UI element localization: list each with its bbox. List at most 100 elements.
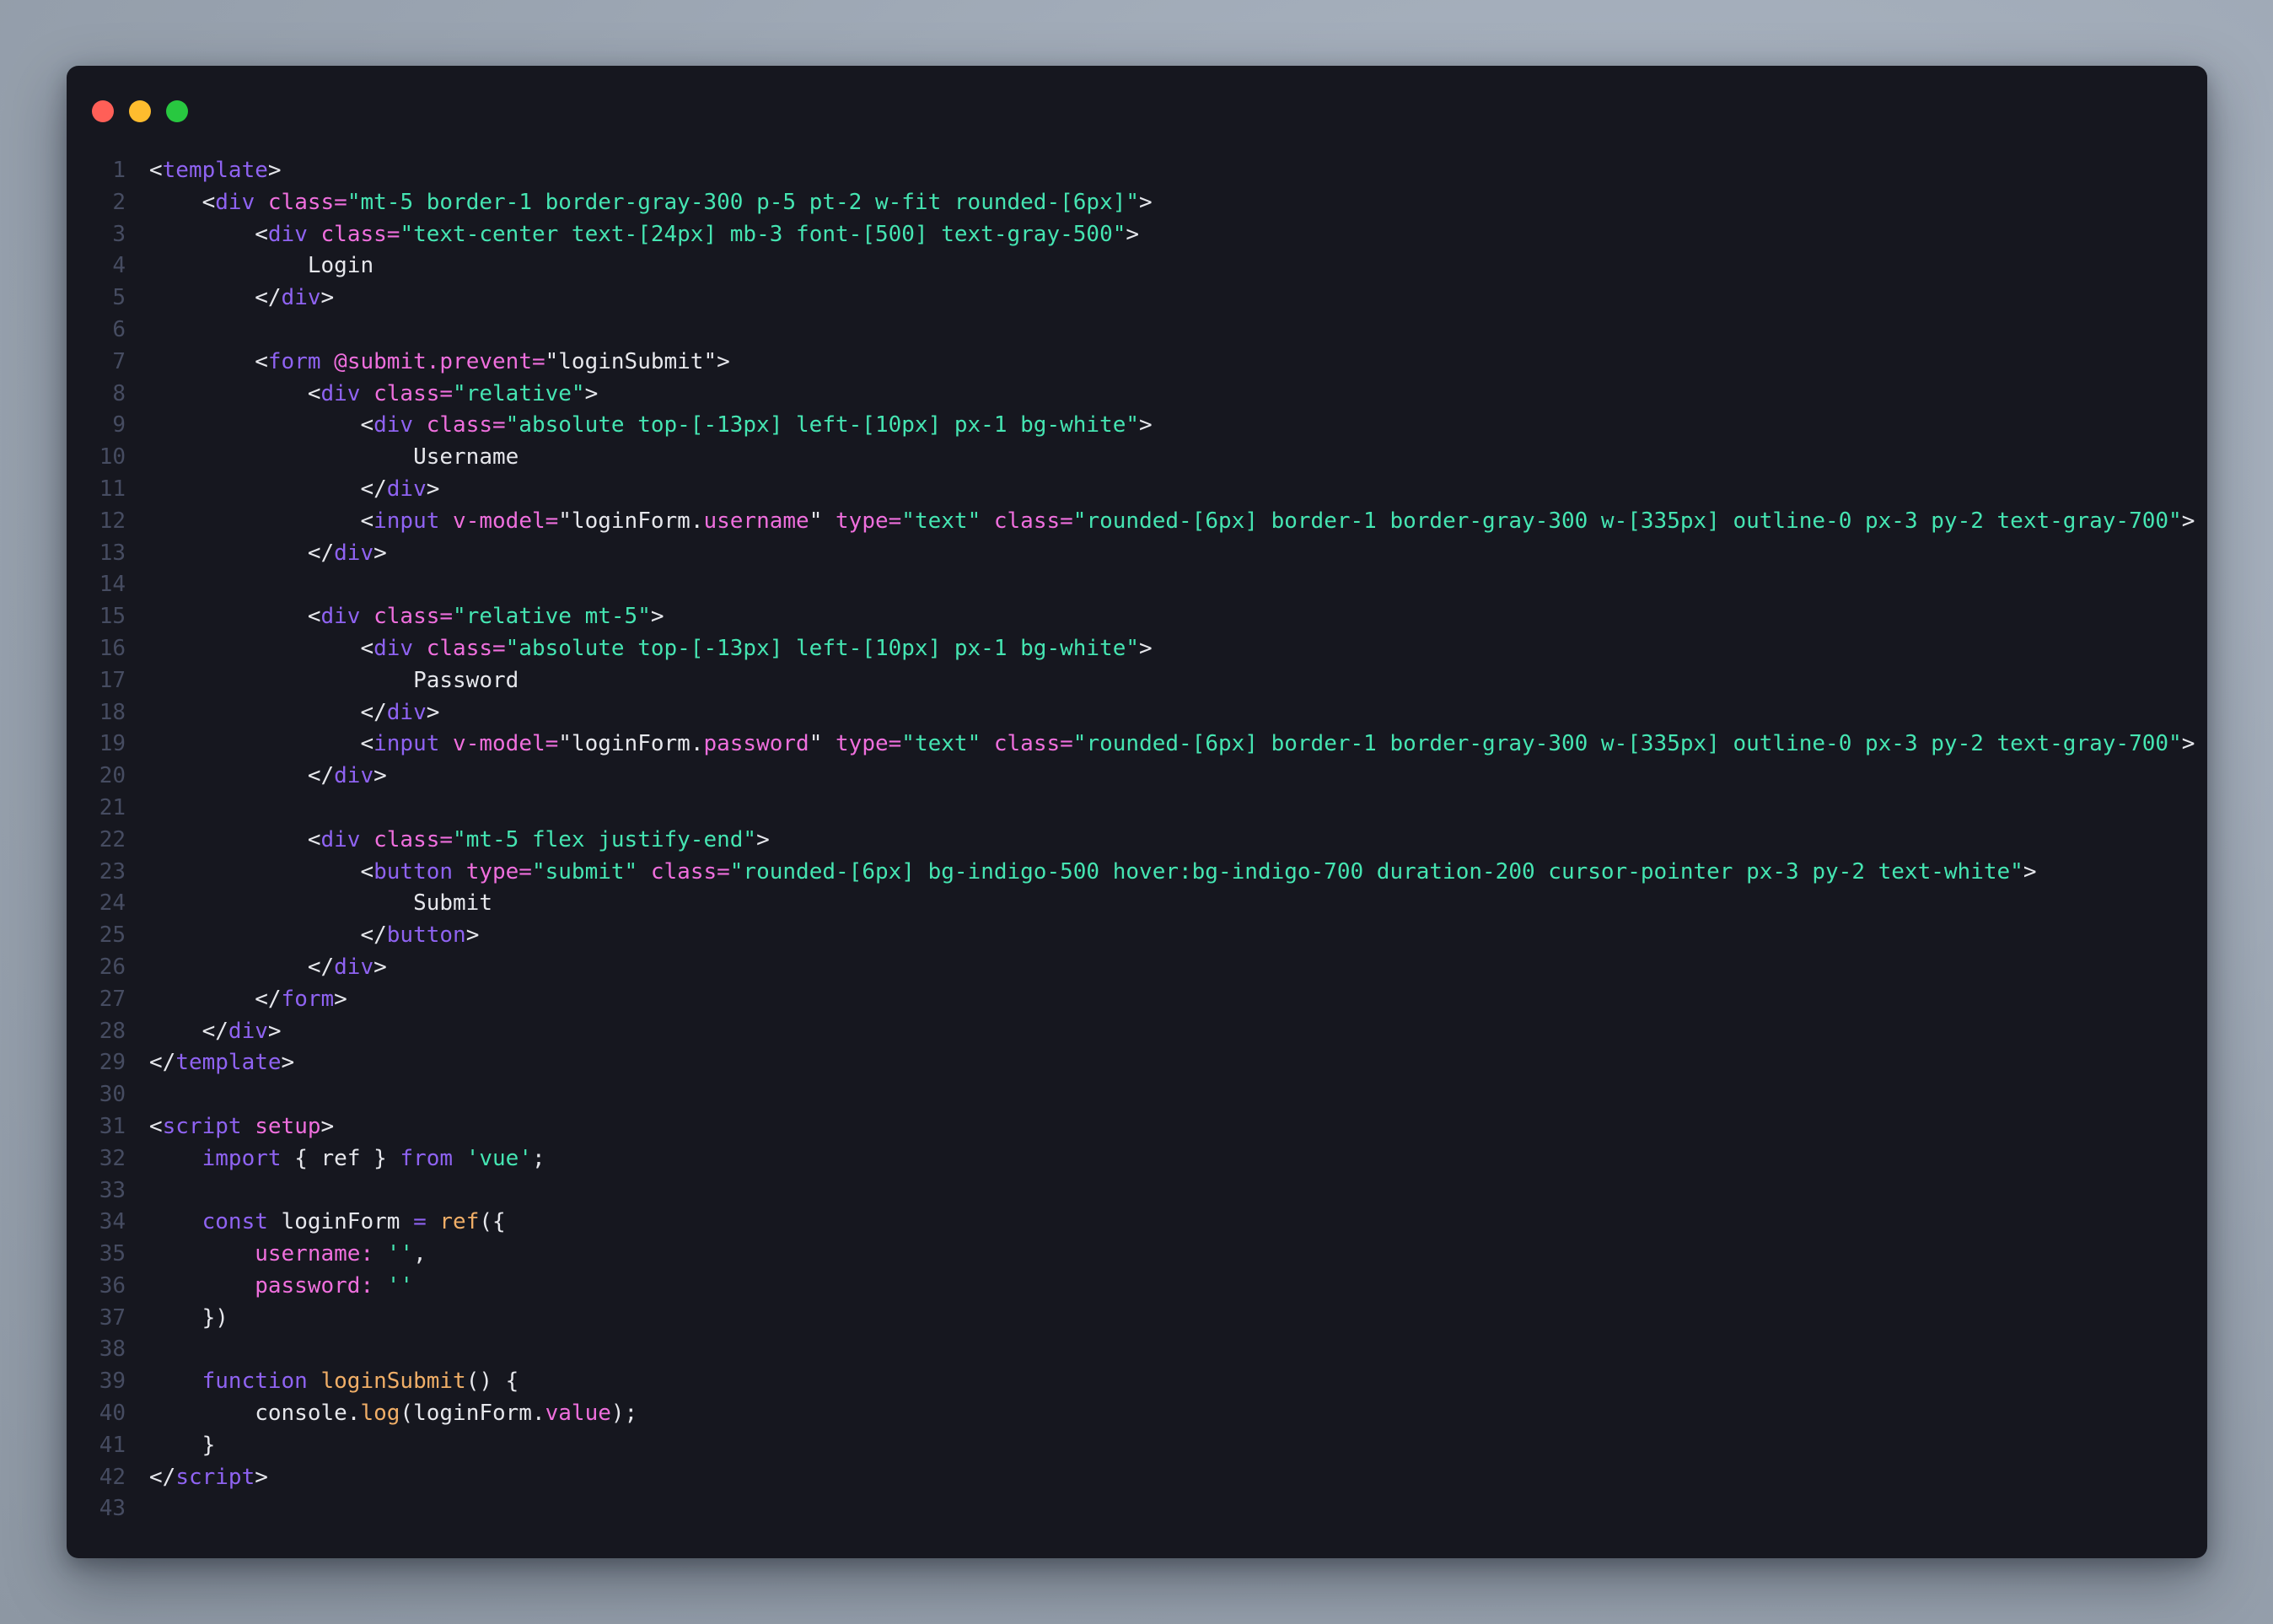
code-token: > bbox=[1139, 412, 1153, 438]
code-token: < bbox=[149, 190, 215, 215]
code-token: input bbox=[373, 508, 439, 534]
code-token: div bbox=[321, 827, 361, 852]
line-number: 38 bbox=[67, 1334, 126, 1366]
line-number: 4 bbox=[67, 250, 126, 282]
code-token: "absolute top-[-13px] left-[10px] px-1 b… bbox=[506, 636, 1139, 661]
code-line-content: </button> bbox=[126, 920, 479, 952]
code-token: button bbox=[387, 922, 466, 948]
code-token: '' bbox=[387, 1273, 413, 1299]
code-line-content bbox=[126, 569, 149, 601]
code-line-content: <input v-model="loginForm.username" type… bbox=[126, 506, 2195, 538]
code-line: 41 } bbox=[67, 1430, 2207, 1462]
line-number: 24 bbox=[67, 888, 126, 920]
line-number: 43 bbox=[67, 1493, 126, 1525]
code-token: > bbox=[427, 476, 440, 502]
line-number: 39 bbox=[67, 1366, 126, 1398]
code-token bbox=[255, 190, 268, 215]
code-token bbox=[360, 604, 373, 629]
code-line-content: </div> bbox=[126, 952, 387, 984]
code-token: class= bbox=[427, 412, 506, 438]
code-line: 8 <div class="relative"> bbox=[67, 379, 2207, 411]
code-token bbox=[413, 412, 427, 438]
code-token: > bbox=[321, 285, 335, 310]
code-token: > bbox=[373, 540, 387, 566]
line-number: 14 bbox=[67, 569, 126, 601]
code-token: "text" bbox=[901, 731, 981, 756]
code-line-content: <div class="mt-5 flex justify-end"> bbox=[126, 825, 770, 857]
close-button[interactable] bbox=[92, 100, 114, 122]
code-line-content: } bbox=[126, 1430, 215, 1462]
code-token: "loginForm. bbox=[558, 731, 703, 756]
code-token: Submit bbox=[149, 890, 492, 916]
code-line: 18 </div> bbox=[67, 697, 2207, 729]
window-titlebar bbox=[92, 100, 188, 122]
code-line-content: <div class="text-center text-[24px] mb-3… bbox=[126, 219, 1139, 251]
code-line-content: <div class="absolute top-[-13px] left-[1… bbox=[126, 633, 1153, 665]
code-token: @submit.prevent= bbox=[334, 349, 545, 374]
line-number: 27 bbox=[67, 984, 126, 1016]
code-token: "loginSubmit"> bbox=[545, 349, 730, 374]
code-line: 27 </form> bbox=[67, 984, 2207, 1016]
code-token: div bbox=[334, 955, 373, 980]
line-number: 31 bbox=[67, 1111, 126, 1143]
code-token: > bbox=[373, 763, 387, 788]
code-token: "text" bbox=[901, 508, 981, 534]
code-line-content bbox=[126, 1175, 149, 1207]
code-token: " bbox=[809, 731, 836, 756]
code-token: v-model= bbox=[453, 508, 558, 534]
code-line: 6 bbox=[67, 315, 2207, 347]
code-line: 33 bbox=[67, 1175, 2207, 1207]
code-token: ; bbox=[532, 1146, 545, 1171]
code-token: password bbox=[703, 731, 809, 756]
code-line-content: Password bbox=[126, 665, 519, 697]
code-area[interactable]: 1<template>2 <div class="mt-5 border-1 b… bbox=[67, 155, 2207, 1558]
code-line-content: <form @submit.prevent="loginSubmit"> bbox=[126, 347, 730, 379]
code-token: " bbox=[809, 508, 836, 534]
code-token: "text-center text-[24px] mb-3 font-[500]… bbox=[400, 222, 1126, 247]
code-line-content: <div class="relative"> bbox=[126, 379, 598, 411]
code-line: 14 bbox=[67, 569, 2207, 601]
code-token: "mt-5 flex justify-end" bbox=[453, 827, 756, 852]
code-token: "absolute top-[-13px] left-[10px] px-1 b… bbox=[506, 412, 1139, 438]
code-token bbox=[981, 508, 994, 534]
line-number: 28 bbox=[67, 1016, 126, 1048]
code-token bbox=[360, 381, 373, 406]
code-token: > bbox=[2182, 508, 2195, 534]
code-token: > bbox=[1126, 222, 1139, 247]
code-line-content: </div> bbox=[126, 697, 439, 729]
code-token: loginForm bbox=[268, 1209, 413, 1234]
code-token: class= bbox=[651, 859, 730, 885]
code-token: div bbox=[373, 412, 413, 438]
code-token: > bbox=[321, 1114, 335, 1139]
code-line: 42</script> bbox=[67, 1462, 2207, 1494]
code-token: div bbox=[387, 700, 427, 725]
line-number: 18 bbox=[67, 697, 126, 729]
line-number: 36 bbox=[67, 1271, 126, 1303]
code-token: </ bbox=[149, 540, 334, 566]
zoom-button[interactable] bbox=[166, 100, 188, 122]
code-token: form bbox=[282, 987, 335, 1012]
line-number: 42 bbox=[67, 1462, 126, 1494]
code-token: template bbox=[175, 1050, 281, 1075]
code-token: > bbox=[1139, 636, 1153, 661]
code-token: class= bbox=[373, 381, 453, 406]
line-number: 34 bbox=[67, 1207, 126, 1239]
line-number: 8 bbox=[67, 379, 126, 411]
minimize-button[interactable] bbox=[129, 100, 151, 122]
code-token bbox=[453, 859, 466, 885]
code-token: class= bbox=[268, 190, 347, 215]
code-token: > bbox=[1139, 190, 1153, 215]
code-token: from bbox=[400, 1146, 453, 1171]
code-line-content: </div> bbox=[126, 538, 387, 570]
line-number: 15 bbox=[67, 601, 126, 633]
code-token: > bbox=[651, 604, 664, 629]
code-token: > bbox=[756, 827, 770, 852]
line-number: 2 bbox=[67, 187, 126, 219]
code-token: setup bbox=[255, 1114, 320, 1139]
code-token: class= bbox=[321, 222, 400, 247]
code-line-content: <script setup> bbox=[126, 1111, 334, 1143]
code-token: < bbox=[149, 859, 373, 885]
line-number: 3 bbox=[67, 219, 126, 251]
code-token bbox=[453, 1146, 466, 1171]
code-token: </ bbox=[149, 955, 334, 980]
